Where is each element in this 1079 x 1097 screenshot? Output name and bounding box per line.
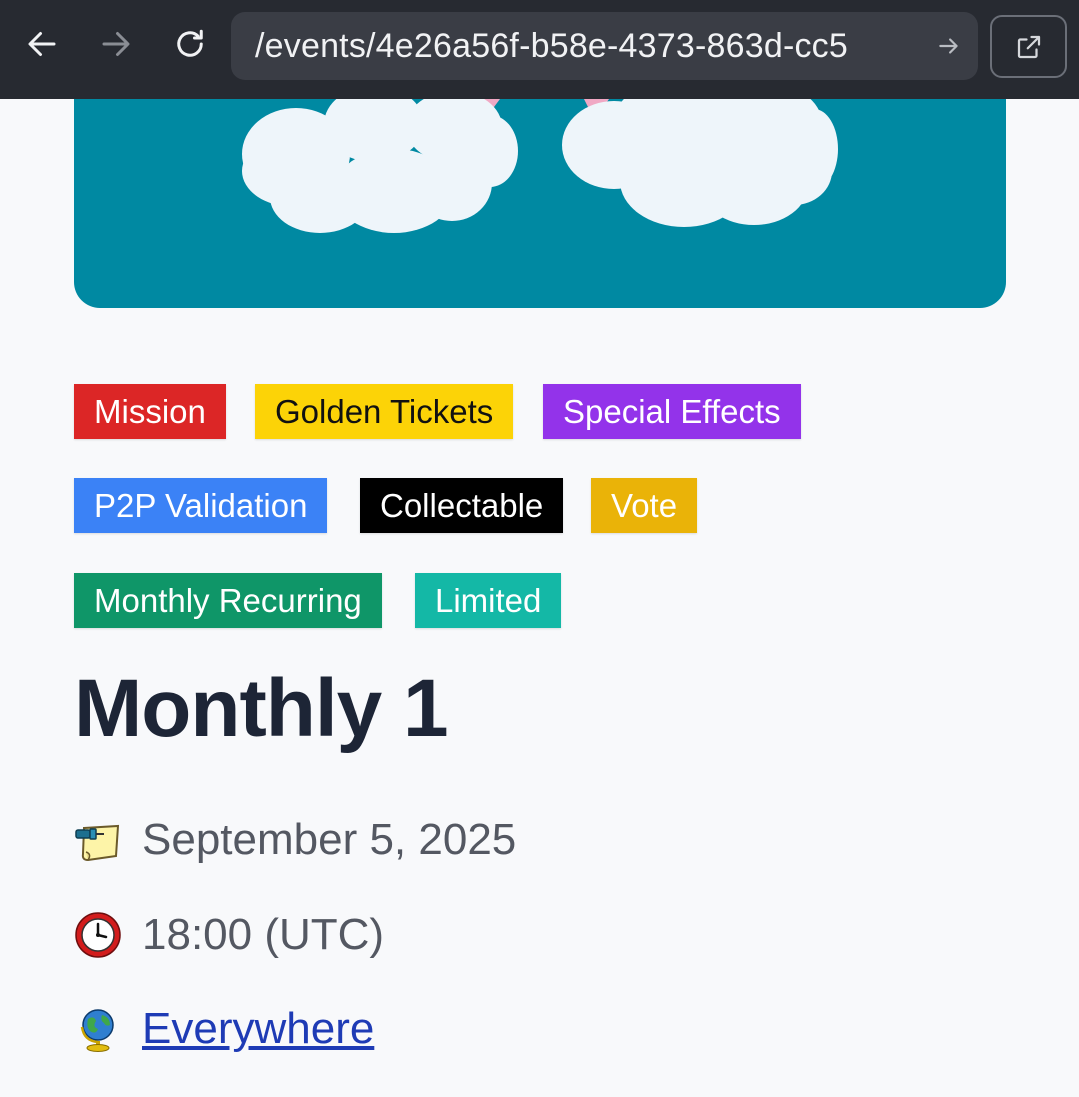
browser-toolbar: /events/4e26a56f-b58e-4373-863d-cc5: [0, 0, 1079, 99]
open-external-icon: [1017, 35, 1040, 58]
address-bar[interactable]: /events/4e26a56f-b58e-4373-863d-cc5: [231, 12, 978, 80]
tag-golden-tickets: Golden Tickets: [255, 384, 514, 439]
tag-vote: Vote: [591, 478, 698, 533]
forward-button[interactable]: [94, 22, 138, 66]
pushpin-note-icon: [74, 816, 122, 864]
reload-button[interactable]: [168, 22, 212, 66]
event-time: 18:00 (UTC): [142, 910, 385, 959]
tag-monthly-recurring: Monthly Recurring: [74, 573, 382, 628]
reload-icon: [177, 29, 203, 57]
event-date-row: September 5, 2025: [74, 815, 516, 865]
tag-label: Vote: [611, 486, 678, 524]
event-hero-image: [74, 99, 1006, 308]
tag-mission: Mission: [74, 384, 226, 439]
event-location-link[interactable]: Everywhere: [142, 1004, 374, 1054]
open-external-button[interactable]: [990, 15, 1067, 78]
tag-special-effects: Special Effects: [543, 384, 801, 439]
tag-label: P2P Validation: [94, 486, 308, 524]
tag-label: Collectable: [380, 486, 544, 524]
event-date: September 5, 2025: [142, 815, 517, 864]
go-arrow-icon[interactable]: [934, 31, 964, 61]
tag-limited: Limited: [415, 573, 562, 628]
event-location-row: Everywhere: [74, 1004, 374, 1054]
url-text[interactable]: /events/4e26a56f-b58e-4373-863d-cc5: [255, 27, 934, 66]
event-title: Monthly 1: [74, 663, 449, 754]
tag-label: Monthly Recurring: [94, 581, 362, 619]
globe-icon: [74, 1005, 122, 1053]
clock-icon: [74, 911, 122, 959]
tag-label: Mission: [94, 392, 206, 430]
clouds-illustration: [242, 99, 838, 233]
arrow-right-icon: [102, 32, 130, 56]
tag-label: Special Effects: [563, 392, 781, 430]
back-button[interactable]: [20, 22, 64, 66]
tag-label: Golden Tickets: [275, 392, 494, 430]
arrow-left-icon: [28, 32, 56, 56]
event-time-row: 18:00 (UTC): [74, 910, 384, 960]
tag-p2p-validation: P2P Validation: [74, 478, 328, 533]
tag-label: Limited: [435, 581, 542, 619]
tag-collectable: Collectable: [360, 478, 564, 533]
